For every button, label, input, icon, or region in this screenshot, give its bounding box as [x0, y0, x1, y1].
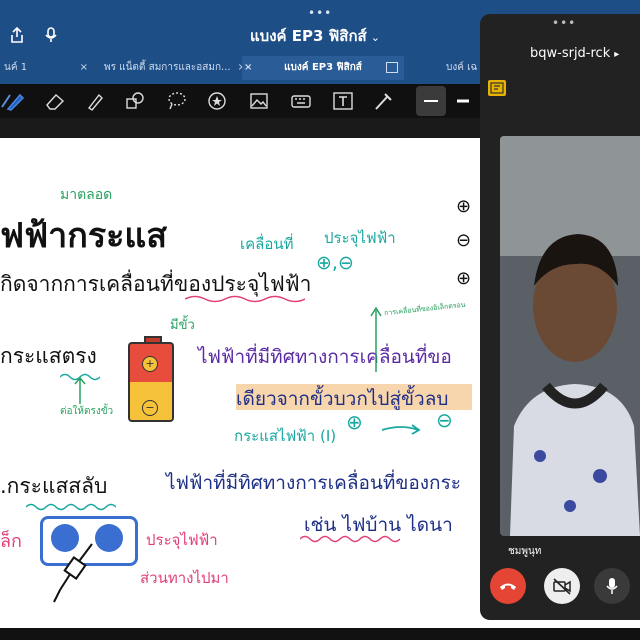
- close-icon[interactable]: ×: [80, 56, 88, 80]
- video-call-panel[interactable]: ••• bqw-srjd-rck ▸ ชมพูนุท: [480, 14, 640, 620]
- note-current-label: กระแสไฟฟ้า (I): [234, 427, 337, 445]
- tab-1[interactable]: นค์ 1 ×: [0, 56, 94, 80]
- plug-icon: [53, 543, 93, 603]
- end-call-icon: [500, 583, 516, 590]
- pip-badge-icon[interactable]: [488, 80, 506, 96]
- note-small-green: การเคลื่อนที่ของอิเล็กตรอน: [383, 300, 466, 318]
- camera-off-icon: [553, 578, 571, 595]
- note-dc-desc: ไฟฟ้าที่มีทิศทางการเคลื่อนที่ขอ: [198, 346, 452, 368]
- participant-name: ชมพูนุท: [508, 546, 542, 557]
- note-one-direction: เดียวจากขั้วบวกไปสู่ขั้วลบ: [236, 388, 449, 410]
- meeting-code[interactable]: bqw-srjd-rck ▸: [530, 46, 619, 61]
- bottom-bar: [0, 628, 640, 640]
- participant-avatar-image: [500, 136, 640, 536]
- tab-label: แบงค์ EP3 ฟิสิกส์: [284, 62, 362, 73]
- end-call-button[interactable]: [490, 568, 526, 604]
- eraser-icon[interactable]: [44, 91, 66, 111]
- microphone-icon: [606, 578, 618, 594]
- note-right-plus-2: ⊕: [456, 268, 472, 289]
- split-view-icon[interactable]: [386, 62, 398, 73]
- highlighter-icon[interactable]: [84, 91, 106, 111]
- note-left-cut: ล็ก: [0, 531, 22, 552]
- microphone-button[interactable]: [594, 568, 630, 604]
- note-connect-poles: ต่อให้ตรงขั้ว: [60, 406, 114, 417]
- note-ac-desc: ไฟฟ้าที่มีทิศทางการเคลื่อนที่ของกระ: [166, 472, 461, 494]
- arrow-icon: [382, 424, 421, 435]
- tab-3-active[interactable]: แบงค์ EP3 ฟิสิกส์ ×: [242, 56, 404, 80]
- note-right-minus: ⊖: [456, 230, 472, 251]
- tab-label: นค์ 1: [4, 62, 28, 73]
- thick-line-icon[interactable]: [452, 91, 474, 111]
- underline-wave: [300, 535, 400, 543]
- tab-label: พร แน็ตตี้ สมการและอสมก...: [104, 62, 231, 73]
- battery-minus: −: [142, 400, 158, 416]
- note-ac-back-forth: ส่วนทางไปมา: [140, 569, 229, 587]
- note-charge-signs: ⊕,⊖: [316, 252, 354, 274]
- multitask-dots[interactable]: •••: [308, 6, 332, 20]
- note-title-small: มาตลอด: [60, 187, 113, 203]
- note-plus-circle: ⊕: [346, 410, 363, 434]
- chevron-right-icon: ▸: [614, 49, 620, 60]
- share-icon[interactable]: [8, 26, 26, 44]
- note-dc-heading: กระแสตรง: [0, 344, 97, 368]
- microphone-icon[interactable]: [42, 26, 60, 44]
- note-ac-heading: .กระแสสลับ: [0, 474, 108, 498]
- lasso-select-icon[interactable]: [166, 91, 188, 111]
- image-icon[interactable]: [248, 91, 270, 111]
- note-charge: ประจุไฟฟ้า: [324, 229, 396, 247]
- text-icon[interactable]: [332, 91, 354, 111]
- camera-toggle-button[interactable]: [544, 568, 580, 604]
- panel-drag-handle[interactable]: •••: [552, 16, 576, 30]
- note-minus-circle: ⊖: [436, 408, 453, 432]
- note-ac-charge: ประจุไฟฟ้า: [146, 531, 218, 549]
- close-icon[interactable]: ×: [244, 56, 252, 80]
- note-has-poles: มีขั้ว: [170, 318, 195, 333]
- shapes-icon[interactable]: [124, 91, 146, 111]
- note-right-plus: ⊕: [456, 196, 472, 217]
- battery-plus: +: [142, 356, 158, 372]
- thin-line-icon[interactable]: [416, 86, 446, 116]
- participant-video[interactable]: [500, 136, 640, 536]
- pen-icon[interactable]: [4, 91, 26, 111]
- underline-wave: [185, 295, 305, 303]
- meeting-code-text: bqw-srjd-rck: [530, 46, 611, 61]
- battery-illustration: + −: [128, 336, 174, 422]
- sticker-icon[interactable]: [206, 91, 228, 111]
- document-title[interactable]: แบงค์ EP3 ฟิสิกส์ ⌄: [250, 24, 380, 48]
- arrow-icon: [370, 306, 382, 372]
- pointer-icon[interactable]: [372, 91, 394, 111]
- arrow-icon: [74, 376, 86, 404]
- keyboard-icon[interactable]: [290, 91, 312, 111]
- note-moving: เคลื่อนที่: [240, 235, 294, 253]
- tab-label: บงค์ เฉ: [446, 62, 478, 73]
- note-title: ฟฟ้ากระแส: [0, 216, 168, 256]
- tab-2[interactable]: พร แน็ตตี้ สมการและอสมก... ×: [94, 56, 252, 80]
- underline-wave: [26, 503, 116, 511]
